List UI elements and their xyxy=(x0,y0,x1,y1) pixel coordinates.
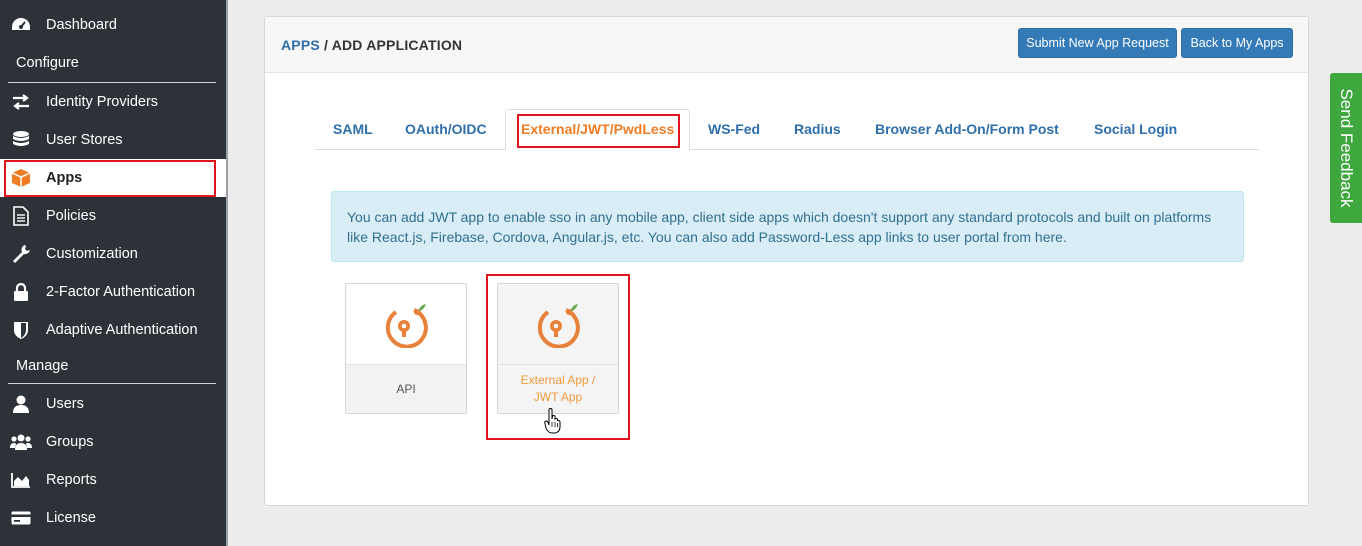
divider xyxy=(8,383,216,384)
dashboard-icon xyxy=(10,14,32,36)
sidebar-item-groups[interactable]: Groups xyxy=(0,423,226,461)
tab-browser-addon-form-post[interactable]: Browser Add-On/Form Post xyxy=(875,121,1059,137)
sidebar-item-label: 2-Factor Authentication xyxy=(46,284,196,300)
sidebar-item-label: Reports xyxy=(46,472,97,488)
sidebar-item-dashboard[interactable]: Dashboard xyxy=(0,6,226,44)
sidebar-item-customization[interactable]: Customization xyxy=(0,235,226,273)
user-icon xyxy=(10,393,32,415)
users-icon xyxy=(10,431,32,453)
breadcrumb: APPS / ADD APPLICATION xyxy=(281,37,462,53)
highlight-box xyxy=(4,160,216,197)
app-tile-api[interactable]: API xyxy=(345,283,467,414)
sidebar-item-label: License xyxy=(46,510,96,526)
sidebar-item-label: Policies xyxy=(46,208,96,224)
database-icon xyxy=(10,129,32,151)
tab-social-login[interactable]: Social Login xyxy=(1094,121,1177,137)
sidebar-item-label: Identity Providers xyxy=(46,94,159,110)
sidebar-item-label: Customization xyxy=(46,246,138,262)
tab-saml[interactable]: SAML xyxy=(333,121,373,137)
back-to-my-apps-button[interactable]: Back to My Apps xyxy=(1181,28,1293,58)
sidebar-item-label: Dashboard xyxy=(46,17,117,33)
app-tile-label: API xyxy=(346,364,466,413)
sidebar-edge xyxy=(226,0,228,546)
credit-card-icon xyxy=(10,507,32,529)
sidebar-item-adaptive-auth[interactable]: Adaptive Authentication xyxy=(0,311,226,349)
tab-ws-fed[interactable]: WS-Fed xyxy=(708,121,760,137)
hand-cursor-icon xyxy=(544,407,562,439)
section-configure: Configure xyxy=(16,55,79,71)
send-feedback-label: Send Feedback xyxy=(1337,88,1356,208)
wrench-icon xyxy=(10,243,32,265)
info-alert: You can add JWT app to enable sso in any… xyxy=(331,191,1244,262)
sidebar-item-user-stores[interactable]: User Stores xyxy=(0,121,226,159)
arrows-exchange-icon xyxy=(10,91,32,113)
breadcrumb-separator: / xyxy=(319,37,332,53)
app-logo-icon xyxy=(346,284,466,364)
sidebar-item-label: User Stores xyxy=(46,132,123,148)
sidebar-item-policies[interactable]: Policies xyxy=(0,197,226,235)
sidebar-item-reports[interactable]: Reports xyxy=(0,461,226,499)
sidebar-item-apps[interactable]: Apps xyxy=(0,159,226,197)
send-feedback-button[interactable]: Send Feedback xyxy=(1330,73,1362,223)
panel-header: APPS / ADD APPLICATION Submit New App Re… xyxy=(265,17,1308,73)
sidebar-item-2fa[interactable]: 2-Factor Authentication xyxy=(0,273,226,311)
sidebar-item-label: Groups xyxy=(46,434,94,450)
shield-icon xyxy=(10,319,32,341)
area-chart-icon xyxy=(10,469,32,491)
sidebar-item-users[interactable]: Users xyxy=(0,385,226,423)
add-application-panel: APPS / ADD APPLICATION Submit New App Re… xyxy=(264,16,1309,506)
tab-radius[interactable]: Radius xyxy=(794,121,841,137)
sidebar: Dashboard Configure Identity Providers U… xyxy=(0,0,228,546)
submit-new-app-request-button[interactable]: Submit New App Request xyxy=(1018,28,1177,58)
document-icon xyxy=(10,205,32,227)
lock-icon xyxy=(10,281,32,303)
sidebar-item-license[interactable]: License xyxy=(0,499,226,537)
tabs-underline xyxy=(315,149,1259,150)
breadcrumb-apps-link[interactable]: APPS xyxy=(281,37,320,53)
sidebar-item-label: Users xyxy=(46,396,84,412)
tab-oauth-oidc[interactable]: OAuth/OIDC xyxy=(405,121,487,137)
sidebar-item-identity-providers[interactable]: Identity Providers xyxy=(0,83,226,121)
breadcrumb-current: ADD APPLICATION xyxy=(331,37,463,53)
sidebar-item-label: Adaptive Authentication xyxy=(46,322,198,338)
tab-external-jwt-pwdless[interactable]: External/JWT/PwdLess xyxy=(521,121,674,137)
section-manage: Manage xyxy=(16,358,69,374)
